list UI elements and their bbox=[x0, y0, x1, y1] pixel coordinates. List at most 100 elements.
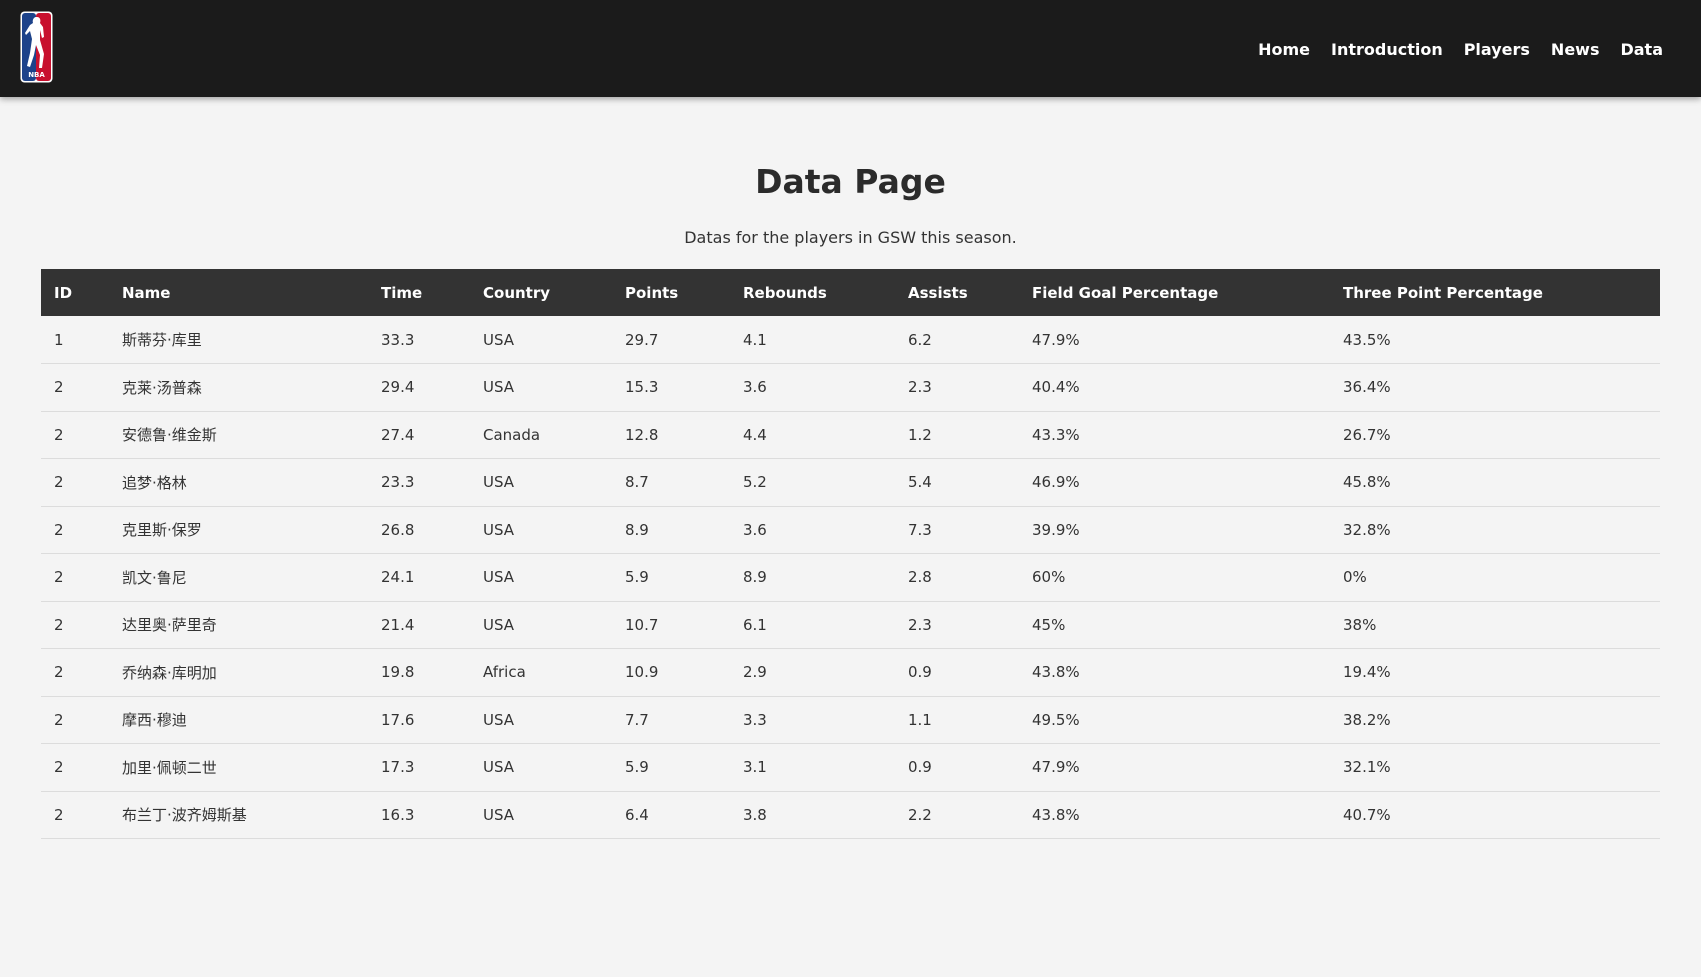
table-row: 2 摩西·穆迪 17.6 USA 7.7 3.3 1.1 49.5% 38.2% bbox=[41, 696, 1660, 744]
cell-field-goal-percentage: 43.8% bbox=[1019, 791, 1330, 839]
table-header-row: ID Name Time Country Points Rebounds Ass… bbox=[41, 269, 1660, 316]
cell-rebounds: 6.1 bbox=[730, 601, 895, 649]
cell-country: USA bbox=[470, 743, 612, 792]
cell-three-point-percentage: 45.8% bbox=[1330, 458, 1660, 507]
cell-assists: 7.3 bbox=[895, 506, 1019, 554]
cell-name: 达里奥·萨里奇 bbox=[109, 601, 368, 649]
player-stats-table: ID Name Time Country Points Rebounds Ass… bbox=[41, 269, 1660, 839]
cell-assists: 2.2 bbox=[895, 791, 1019, 839]
nav-link-home[interactable]: Home bbox=[1258, 38, 1310, 62]
column-header-id: ID bbox=[54, 283, 73, 302]
cell-rebounds: 3.3 bbox=[730, 696, 895, 744]
cell-country: USA bbox=[470, 458, 612, 507]
cell-name: 布兰丁·波齐姆斯基 bbox=[109, 791, 368, 839]
nav-link-data[interactable]: Data bbox=[1620, 38, 1663, 62]
column-header-three-point-percentage: Three Point Percentage bbox=[1343, 283, 1543, 302]
nav-link-news[interactable]: News bbox=[1551, 38, 1600, 62]
column-header-assists: Assists bbox=[908, 283, 968, 302]
cell-three-point-percentage: 19.4% bbox=[1330, 648, 1660, 697]
cell-time: 19.8 bbox=[368, 648, 470, 697]
cell-three-point-percentage: 36.4% bbox=[1330, 363, 1660, 412]
cell-assists: 2.3 bbox=[895, 363, 1019, 412]
cell-points: 29.7 bbox=[612, 316, 730, 364]
cell-field-goal-percentage: 43.3% bbox=[1019, 411, 1330, 459]
cell-points: 5.9 bbox=[612, 743, 730, 792]
nav-link-players[interactable]: Players bbox=[1464, 38, 1530, 62]
cell-name: 凯文·鲁尼 bbox=[109, 553, 368, 602]
cell-rebounds: 3.8 bbox=[730, 791, 895, 839]
nav-link-introduction[interactable]: Introduction bbox=[1331, 38, 1443, 62]
cell-country: USA bbox=[470, 316, 612, 364]
cell-assists: 2.8 bbox=[895, 553, 1019, 602]
cell-field-goal-percentage: 47.9% bbox=[1019, 316, 1330, 364]
table-row: 2 克里斯·保罗 26.8 USA 8.9 3.6 7.3 39.9% 32.8% bbox=[41, 506, 1660, 554]
cell-field-goal-percentage: 47.9% bbox=[1019, 743, 1330, 792]
cell-time: 17.3 bbox=[368, 743, 470, 792]
cell-assists: 6.2 bbox=[895, 316, 1019, 364]
cell-field-goal-percentage: 39.9% bbox=[1019, 506, 1330, 554]
cell-assists: 0.9 bbox=[895, 743, 1019, 792]
cell-points: 8.7 bbox=[612, 458, 730, 507]
cell-rebounds: 2.9 bbox=[730, 648, 895, 697]
cell-name: 乔纳森·库明加 bbox=[109, 648, 368, 697]
cell-rebounds: 3.1 bbox=[730, 743, 895, 792]
cell-country: USA bbox=[470, 601, 612, 649]
cell-three-point-percentage: 32.8% bbox=[1330, 506, 1660, 554]
top-navbar: NBA Home Introduction Players News Data bbox=[0, 0, 1701, 97]
cell-points: 12.8 bbox=[612, 411, 730, 459]
cell-id: 2 bbox=[41, 363, 109, 412]
table-row: 2 安德鲁·维金斯 27.4 Canada 12.8 4.4 1.2 43.3% 26.7% bbox=[41, 411, 1660, 459]
cell-three-point-percentage: 38.2% bbox=[1330, 696, 1660, 744]
main-nav: Home Introduction Players News Data bbox=[1258, 38, 1663, 62]
cell-field-goal-percentage: 60% bbox=[1019, 553, 1330, 602]
cell-id: 2 bbox=[41, 411, 109, 459]
cell-id: 2 bbox=[41, 743, 109, 792]
table-row: 2 克莱·汤普森 29.4 USA 15.3 3.6 2.3 40.4% 36.4% bbox=[41, 363, 1660, 412]
table-body: 1 斯蒂芬·库里 33.3 USA 29.7 4.1 6.2 47.9% 43.5% 2 克莱·汤普… bbox=[41, 316, 1660, 839]
cell-country: Canada bbox=[470, 411, 612, 459]
cell-country: USA bbox=[470, 363, 612, 412]
cell-three-point-percentage: 26.7% bbox=[1330, 411, 1660, 459]
cell-points: 6.4 bbox=[612, 791, 730, 839]
cell-points: 8.9 bbox=[612, 506, 730, 554]
logo-text: NBA bbox=[28, 71, 45, 79]
cell-name: 克里斯·保罗 bbox=[109, 506, 368, 554]
cell-three-point-percentage: 0% bbox=[1330, 553, 1660, 602]
cell-id: 2 bbox=[41, 506, 109, 554]
page-title: Data Page bbox=[755, 162, 946, 201]
cell-rebounds: 3.6 bbox=[730, 506, 895, 554]
column-header-country: Country bbox=[483, 283, 551, 302]
cell-assists: 0.9 bbox=[895, 648, 1019, 697]
cell-country: USA bbox=[470, 553, 612, 602]
cell-field-goal-percentage: 40.4% bbox=[1019, 363, 1330, 412]
cell-time: 26.8 bbox=[368, 506, 470, 554]
cell-assists: 5.4 bbox=[895, 458, 1019, 507]
cell-rebounds: 3.6 bbox=[730, 363, 895, 412]
cell-field-goal-percentage: 45% bbox=[1019, 601, 1330, 649]
column-header-rebounds: Rebounds bbox=[743, 283, 827, 302]
table-row: 1 斯蒂芬·库里 33.3 USA 29.7 4.1 6.2 47.9% 43.5% bbox=[41, 316, 1660, 364]
cell-country: Africa bbox=[470, 648, 612, 697]
cell-three-point-percentage: 32.1% bbox=[1330, 743, 1660, 792]
cell-time: 17.6 bbox=[368, 696, 470, 744]
nba-logo-icon[interactable]: NBA bbox=[20, 11, 53, 83]
cell-rebounds: 5.2 bbox=[730, 458, 895, 507]
cell-id: 2 bbox=[41, 458, 109, 507]
page-subtitle: Datas for the players in GSW this season… bbox=[684, 228, 1017, 247]
table-row: 2 布兰丁·波齐姆斯基 16.3 USA 6.4 3.8 2.2 43.8% 40.7% bbox=[41, 791, 1660, 839]
cell-points: 15.3 bbox=[612, 363, 730, 412]
cell-points: 10.9 bbox=[612, 648, 730, 697]
cell-time: 16.3 bbox=[368, 791, 470, 839]
cell-id: 2 bbox=[41, 601, 109, 649]
table-row: 2 凯文·鲁尼 24.1 USA 5.9 8.9 2.8 60% 0% bbox=[41, 553, 1660, 602]
cell-name: 斯蒂芬·库里 bbox=[109, 316, 368, 364]
cell-name: 摩西·穆迪 bbox=[109, 696, 368, 744]
cell-three-point-percentage: 38% bbox=[1330, 601, 1660, 649]
cell-time: 24.1 bbox=[368, 553, 470, 602]
table-row: 2 加里·佩顿二世 17.3 USA 5.9 3.1 0.9 47.9% 32.1% bbox=[41, 743, 1660, 792]
cell-id: 1 bbox=[41, 316, 109, 364]
cell-assists: 1.2 bbox=[895, 411, 1019, 459]
cell-three-point-percentage: 43.5% bbox=[1330, 316, 1660, 364]
table-row: 2 追梦·格林 23.3 USA 8.7 5.2 5.4 46.9% 45.8% bbox=[41, 458, 1660, 507]
column-header-field-goal-percentage: Field Goal Percentage bbox=[1032, 283, 1219, 302]
